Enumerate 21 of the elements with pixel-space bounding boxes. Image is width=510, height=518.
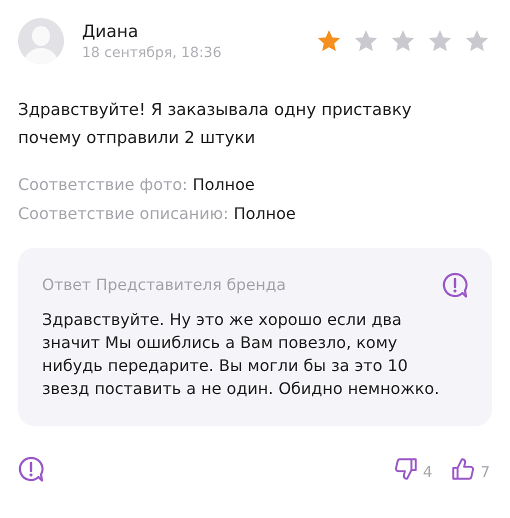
star-icon xyxy=(316,28,342,54)
reply-title: Ответ Представителя бренда xyxy=(42,276,286,294)
star-icon xyxy=(353,28,379,54)
star-icon xyxy=(464,28,490,54)
match-value: Полное xyxy=(192,175,255,194)
review-text: Здравствуйте! Я заказывала одну приставку почему отправили 2 штуки xyxy=(18,99,413,149)
review-date: 18 сентября, 18:36 xyxy=(82,44,222,60)
avatar xyxy=(18,18,64,64)
author-name: Диана xyxy=(82,22,140,42)
star-icon xyxy=(427,28,453,54)
star-icon xyxy=(390,28,416,54)
match-label: Соответствие описанию: xyxy=(18,204,229,223)
like-count: 7 xyxy=(480,463,490,481)
match-value: Полное xyxy=(234,204,296,223)
reply-text: Здравствуйте. Ну это же хорошо если два значит Мы ошиблись а Вам повезло, кому нибудь передарите. Вы могли бы за это 10 звезд поставить а не один. Обидно немножко. xyxy=(42,309,440,400)
thumbs-up-icon[interactable] xyxy=(450,456,476,482)
report-icon[interactable] xyxy=(442,272,468,298)
match-label: Соответствие фото: xyxy=(18,175,188,194)
dislike-count: 4 xyxy=(422,463,432,481)
thumbs-down-icon[interactable] xyxy=(392,456,419,482)
report-icon[interactable] xyxy=(18,456,44,482)
